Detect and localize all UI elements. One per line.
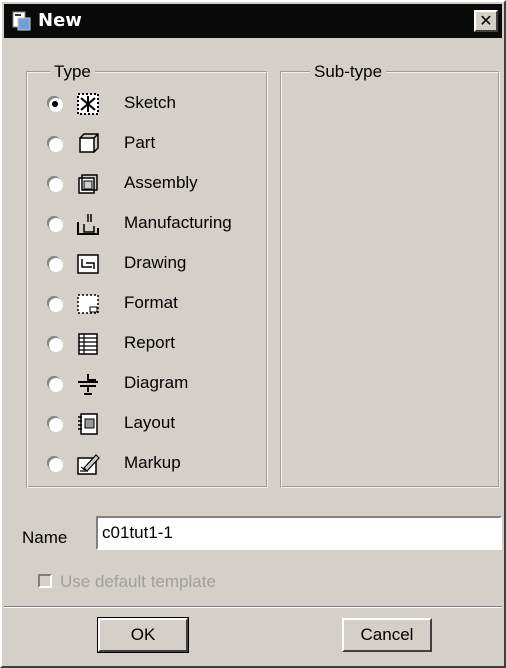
option-label: Layout [124, 413, 176, 432]
new-file-icon [12, 11, 31, 31]
new-dialog: New ✕ Type Sketch Part Assembly Manufact… [0, 0, 506, 668]
use-default-template-label: Use default template [60, 572, 216, 591]
type-option-layout[interactable]: Layout [46, 408, 266, 444]
option-label: Diagram [124, 373, 189, 392]
ok-button[interactable]: OK [97, 617, 189, 653]
close-icon: ✕ [479, 11, 493, 30]
type-option-drawing[interactable]: Drawing [46, 248, 266, 284]
assembly-icon [78, 174, 98, 194]
part-icon [79, 133, 99, 153]
type-option-assembly[interactable]: Assembly [46, 168, 266, 204]
name-label: Name [22, 528, 68, 547]
option-label: Format [124, 293, 178, 312]
option-label: Part [124, 133, 156, 152]
type-option-part[interactable]: Part [46, 128, 266, 164]
markup-icon [77, 454, 100, 475]
radio-button[interactable] [48, 177, 62, 191]
option-label: Report [124, 333, 176, 352]
option-label: Markup [124, 453, 181, 472]
type-option-markup[interactable]: Markup [46, 448, 266, 484]
option-label: Sketch [124, 93, 176, 112]
separator [4, 606, 502, 608]
subtype-legend: Sub-type [314, 62, 383, 81]
radio-button[interactable] [48, 217, 62, 231]
sketch-icon [77, 93, 99, 115]
radio-button[interactable] [48, 457, 62, 471]
dialog-title: New [38, 10, 82, 31]
type-option-manufacturing[interactable]: Manufacturing [46, 208, 266, 244]
radio-button[interactable] [48, 257, 62, 271]
radio-button[interactable] [48, 377, 62, 391]
layout-icon [78, 413, 98, 435]
report-icon [78, 333, 98, 355]
close-button[interactable]: ✕ [474, 10, 498, 32]
type-option-diagram[interactable]: Diagram [46, 368, 266, 404]
use-default-template-checkbox[interactable] [38, 574, 52, 588]
radio-button[interactable] [48, 137, 62, 151]
cancel-button[interactable]: Cancel [342, 618, 432, 652]
radio-button[interactable] [48, 417, 62, 431]
option-label: Drawing [124, 253, 187, 272]
type-option-report[interactable]: Report [46, 328, 266, 364]
type-option-sketch[interactable]: Sketch [46, 88, 266, 124]
drawing-icon [77, 254, 99, 274]
radio-button[interactable] [48, 297, 62, 311]
radio-button[interactable] [48, 337, 62, 351]
option-label: Manufacturing [124, 213, 232, 232]
subtype-groupbox: Sub-type [280, 62, 500, 488]
manufacturing-icon [77, 214, 99, 235]
title-bar[interactable]: New ✕ [4, 4, 502, 38]
type-option-format[interactable]: Format [46, 288, 266, 324]
name-input[interactable] [96, 516, 502, 550]
diagram-icon [78, 374, 98, 395]
radio-button[interactable] [48, 97, 62, 111]
option-label: Assembly [124, 173, 198, 192]
type-legend: Type [54, 62, 91, 81]
format-icon [77, 294, 99, 314]
